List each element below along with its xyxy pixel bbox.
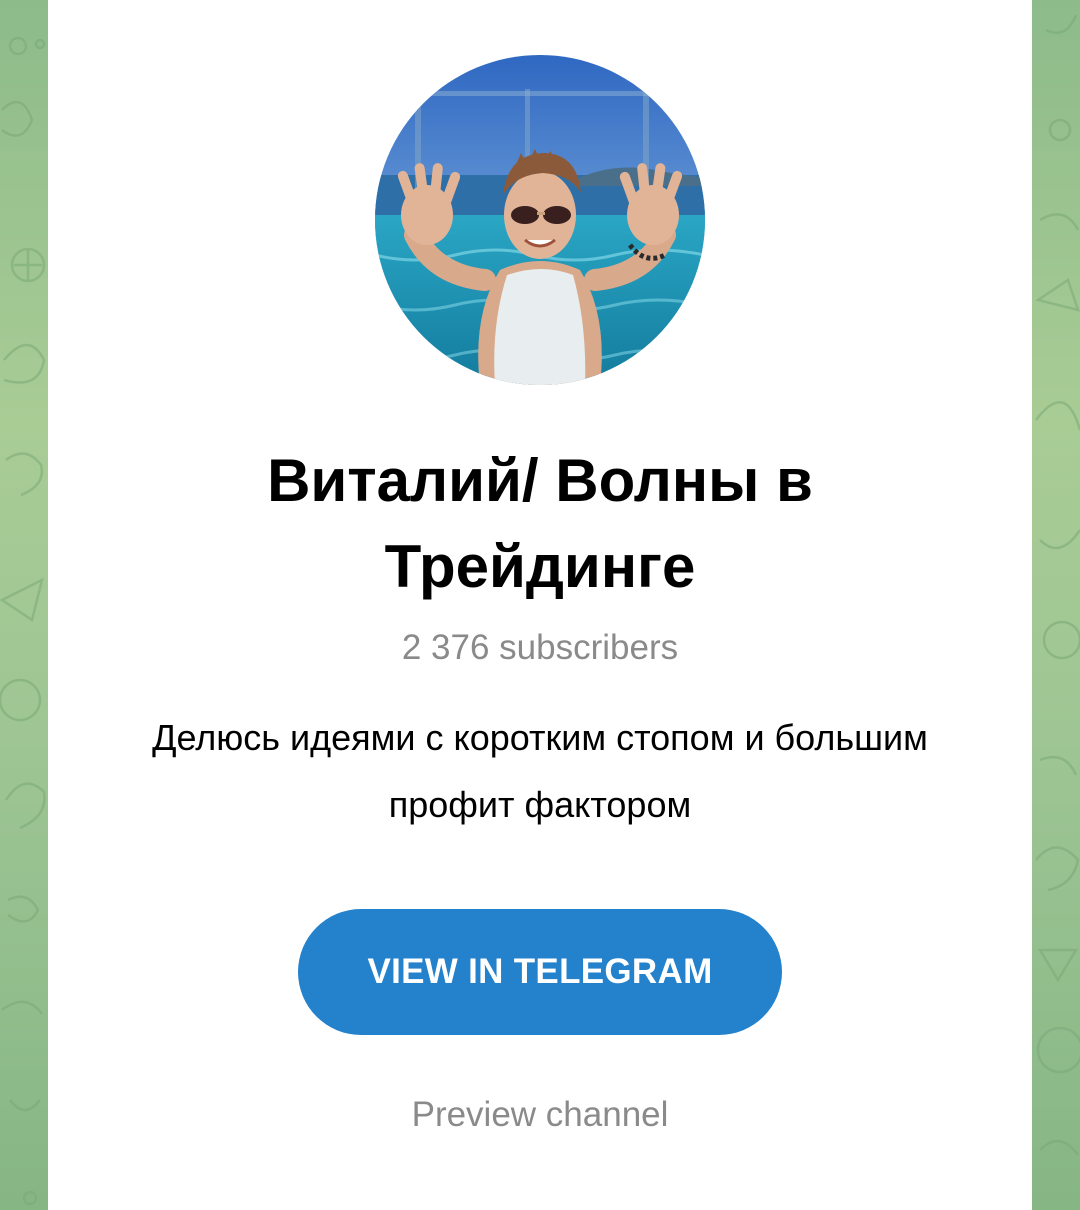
view-in-telegram-button[interactable]: VIEW IN TELEGRAM xyxy=(298,909,782,1035)
channel-title: Виталий/ Волны в Трейдинге xyxy=(267,447,813,600)
subscriber-count: 2 376 subscribers xyxy=(401,628,679,667)
channel-avatar xyxy=(375,55,705,385)
avatar-photo xyxy=(375,55,705,385)
preview-channel-link[interactable]: Preview channel xyxy=(340,1090,740,1140)
channel-description: Делюсь идеями с коротким стопом и больши… xyxy=(152,717,928,825)
channel-card: Виталий/ Волны в Трейдинге 2 376 subscri… xyxy=(48,0,1032,1210)
